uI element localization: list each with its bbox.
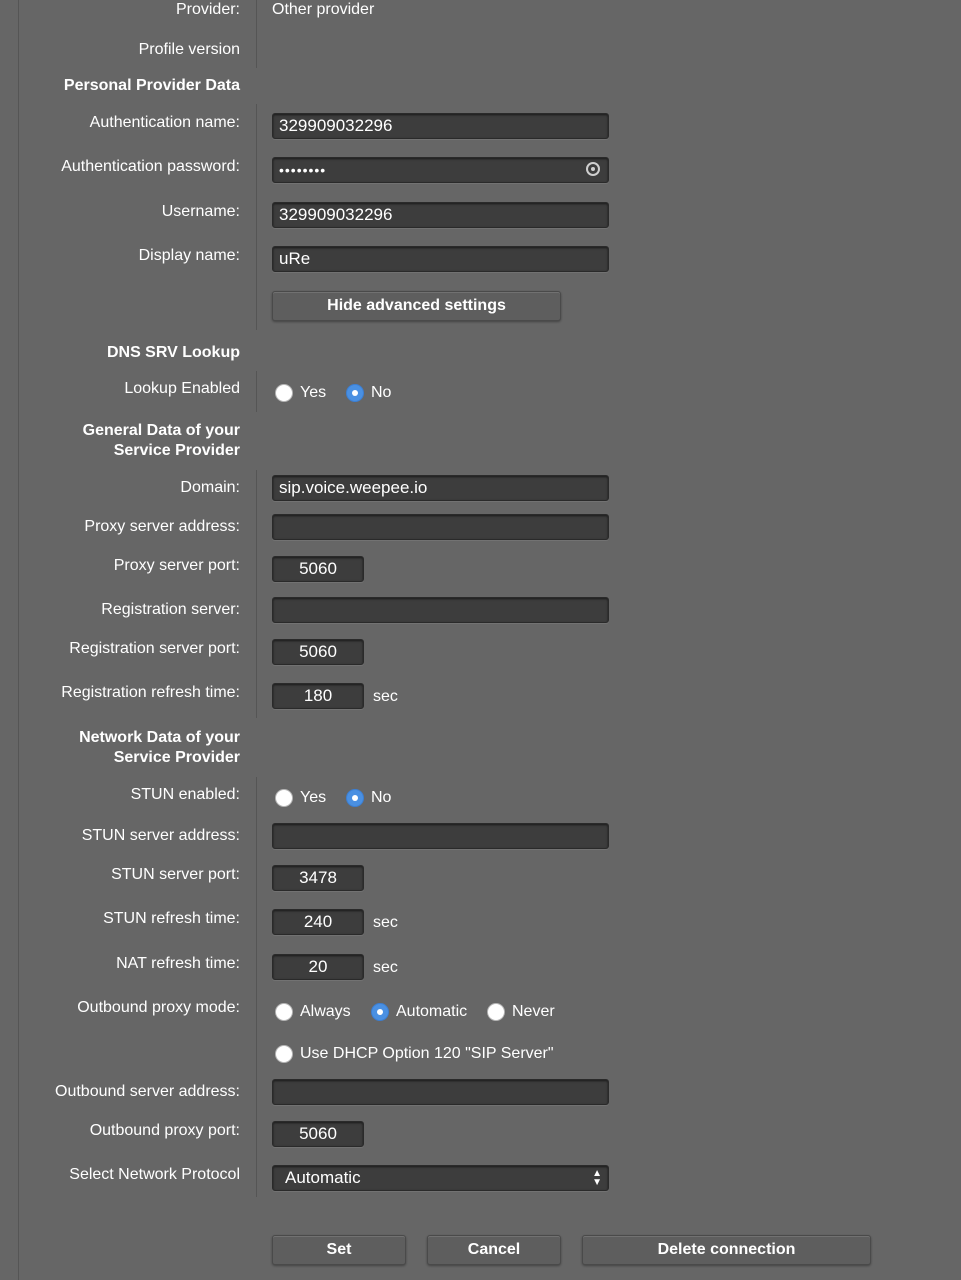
outbound-never-label: Never [512, 1003, 555, 1020]
dns-section-title: DNS SRV Lookup [106, 344, 240, 361]
radio-unchecked-icon [275, 1045, 293, 1063]
stun-no-label: No [371, 789, 392, 806]
lookup-yes-radio[interactable]: Yes [275, 383, 326, 403]
proxy-address-label: Proxy server address: [84, 518, 240, 535]
lookup-enabled-label: Lookup Enabled [124, 380, 240, 397]
outbound-automatic-label: Automatic [396, 1003, 468, 1020]
set-button[interactable]: Set [272, 1235, 406, 1265]
outbound-address-label: Outbound server address: [55, 1083, 240, 1100]
provider-label: Provider: [175, 1, 240, 18]
cancel-button[interactable]: Cancel [427, 1235, 561, 1265]
password-keychain-icon[interactable] [586, 162, 600, 176]
nat-refresh-label: NAT refresh time: [116, 955, 240, 972]
outbound-always-label: Always [300, 1003, 351, 1020]
auth-password-input[interactable]: •••••••• [272, 157, 609, 183]
divider [256, 0, 257, 68]
outbound-always-radio[interactable]: Always [275, 1002, 351, 1022]
registration-port-input[interactable]: 5060 [272, 639, 364, 665]
username-input[interactable]: 329909032296 [272, 202, 609, 228]
personal-section-title: Personal Provider Data [63, 77, 240, 94]
outbound-automatic-radio[interactable]: Automatic [371, 1002, 467, 1022]
radio-unchecked-icon [487, 1003, 505, 1021]
auth-name-label: Authentication name: [89, 114, 240, 131]
outbound-port-label: Outbound proxy port: [89, 1122, 240, 1139]
username-label: Username: [161, 203, 240, 220]
nat-refresh-input[interactable]: 20 [272, 954, 364, 980]
radio-checked-icon [371, 1003, 389, 1021]
registration-port-label: Registration server port: [69, 640, 240, 657]
stun-enabled-label: STUN enabled: [130, 786, 240, 803]
lookup-no-radio[interactable]: No [346, 383, 391, 403]
radio-checked-icon [346, 384, 364, 402]
outbound-mode-label: Outbound proxy mode: [77, 999, 240, 1016]
auth-password-label: Authentication password: [61, 158, 240, 175]
registration-refresh-label: Registration refresh time: [61, 684, 240, 701]
outbound-dhcp-radio[interactable]: Use DHCP Option 120 "SIP Server" [275, 1044, 554, 1064]
left-border [18, 0, 19, 1280]
profile-version-label: Profile version [138, 41, 240, 58]
radio-unchecked-icon [275, 1003, 293, 1021]
outbound-address-input[interactable] [272, 1079, 609, 1105]
divider [256, 777, 257, 1197]
stun-address-label: STUN server address: [81, 827, 240, 844]
divider [256, 371, 257, 412]
lookup-no-label: No [371, 384, 392, 401]
registration-server-label: Registration server: [101, 601, 240, 618]
provider-value: Other provider [272, 1, 375, 18]
stun-no-radio[interactable]: No [346, 788, 391, 808]
domain-input[interactable]: sip.voice.weepee.io [272, 475, 609, 501]
registration-refresh-unit: sec [373, 688, 398, 705]
general-section-title-line2: Service Provider [113, 442, 240, 459]
radio-checked-icon [346, 789, 364, 807]
stun-port-label: STUN server port: [111, 866, 240, 883]
radio-unchecked-icon [275, 384, 293, 402]
hide-advanced-settings-button[interactable]: Hide advanced settings [272, 291, 561, 321]
proxy-address-input[interactable] [272, 514, 609, 540]
stun-yes-radio[interactable]: Yes [275, 788, 326, 808]
display-name-input[interactable]: uRe [272, 246, 609, 272]
general-section-title-line1: General Data of your [82, 422, 240, 439]
outbound-dhcp-label: Use DHCP Option 120 "SIP Server" [300, 1045, 554, 1062]
network-section-title-line2: Service Provider [113, 749, 240, 766]
stun-yes-label: Yes [300, 789, 327, 806]
display-name-label: Display name: [138, 247, 240, 264]
domain-label: Domain: [180, 479, 240, 496]
stun-address-input[interactable] [272, 823, 609, 849]
registration-server-input[interactable] [272, 597, 609, 623]
protocol-select[interactable]: Automatic ▲ ▼ [272, 1165, 609, 1191]
stun-refresh-input[interactable]: 240 [272, 909, 364, 935]
network-section-title-line1: Network Data of your [79, 729, 240, 746]
proxy-port-input[interactable]: 5060 [272, 556, 364, 582]
proxy-port-label: Proxy server port: [113, 557, 240, 574]
stun-refresh-unit: sec [373, 914, 398, 931]
stun-port-input[interactable]: 3478 [272, 865, 364, 891]
nat-refresh-unit: sec [373, 959, 398, 976]
delete-connection-button[interactable]: Delete connection [582, 1235, 871, 1265]
auth-name-input[interactable]: 329909032296 [272, 113, 609, 139]
protocol-selected-value: Automatic [285, 1168, 361, 1187]
select-arrows-icon: ▲ ▼ [592, 1168, 602, 1188]
registration-refresh-input[interactable]: 180 [272, 683, 364, 709]
lookup-yes-label: Yes [300, 384, 327, 401]
password-value: •••••••• [279, 162, 327, 178]
divider [256, 470, 257, 718]
divider [256, 104, 257, 330]
outbound-port-input[interactable]: 5060 [272, 1121, 364, 1147]
stun-refresh-label: STUN refresh time: [103, 910, 240, 927]
outbound-never-radio[interactable]: Never [487, 1002, 555, 1022]
radio-unchecked-icon [275, 789, 293, 807]
protocol-label: Select Network Protocol [69, 1166, 240, 1183]
